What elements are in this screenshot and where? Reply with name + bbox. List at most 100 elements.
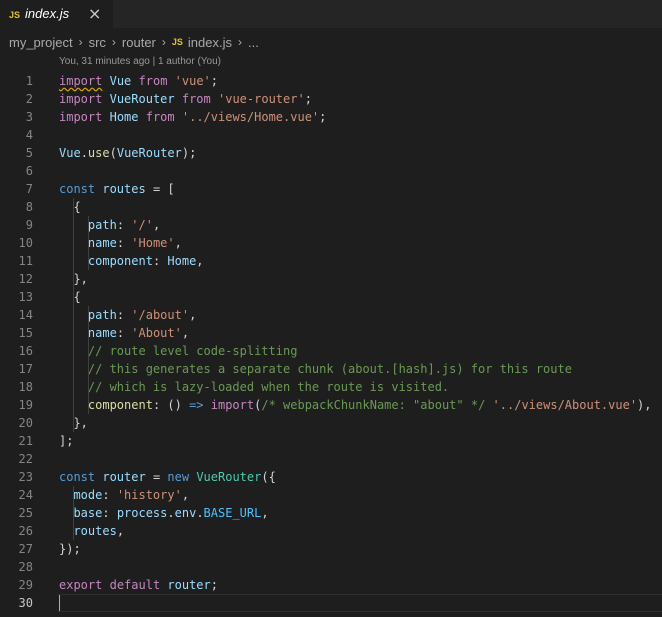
line-number: 3 xyxy=(25,110,33,124)
code-text: const router = new VueRouter({ xyxy=(59,468,276,486)
line-number: 1 xyxy=(25,74,33,88)
code-line[interactable]: 2 import VueRouter from 'vue-router'; xyxy=(0,90,662,108)
code-token: { xyxy=(59,290,81,304)
code-token: : xyxy=(116,236,132,250)
code-token: ); xyxy=(181,146,197,160)
breadcrumb-item-my-project[interactable]: my_project xyxy=(9,35,73,50)
line-number: 29 xyxy=(18,578,33,592)
breadcrumb-item-file[interactable]: index.js xyxy=(188,35,232,50)
code-token: = xyxy=(145,470,168,484)
code-token: BASE_URL xyxy=(203,506,262,520)
line-number: 2 xyxy=(25,92,33,106)
code-line[interactable]: 9 path: '/', xyxy=(0,216,662,234)
code-token: , xyxy=(196,254,204,268)
code-line[interactable]: 15 name: 'About', xyxy=(0,324,662,342)
code-line[interactable]: 10 name: 'Home', xyxy=(0,234,662,252)
code-line[interactable]: 16 // route level code-splitting xyxy=(0,342,662,360)
line-number: 14 xyxy=(18,308,33,322)
code-text: // this generates a separate chunk (abou… xyxy=(59,360,572,378)
breadcrumb-item-src[interactable]: src xyxy=(89,35,106,50)
code-token: ; xyxy=(210,578,218,592)
breadcrumb-item-router[interactable]: router xyxy=(122,35,156,50)
code-line[interactable]: 30 xyxy=(0,594,662,612)
breadcrumb-item-more[interactable]: ... xyxy=(248,35,259,50)
code-token: 'Home' xyxy=(131,236,175,250)
code-token: , xyxy=(116,524,125,538)
chevron-right-icon: › xyxy=(161,35,166,49)
code-token: '/' xyxy=(131,218,153,232)
code-line[interactable]: 19 component: () => import(/* webpackChu… xyxy=(0,396,662,414)
code-line[interactable]: 6 xyxy=(0,162,662,180)
code-token: , xyxy=(189,308,197,322)
code-token: ({ xyxy=(261,470,276,484)
code-token: : () xyxy=(152,398,190,412)
tab-index-js[interactable]: JS index.js × xyxy=(0,0,113,28)
code-line[interactable]: 11 component: Home, xyxy=(0,252,662,270)
code-token: , xyxy=(152,218,161,232)
code-text: name: 'Home', xyxy=(59,234,182,252)
code-token: import xyxy=(59,110,103,124)
code-line[interactable]: 28 xyxy=(0,558,662,576)
close-icon[interactable]: × xyxy=(88,4,101,23)
chevron-right-icon: › xyxy=(111,35,116,49)
indent-guide xyxy=(88,216,89,270)
code-line[interactable]: 23 const router = new VueRouter({ xyxy=(0,468,662,486)
codelens-blame[interactable]: You, 31 minutes ago | 1 author (You) xyxy=(59,56,221,67)
code-line[interactable]: 27}); xyxy=(0,540,662,558)
code-token: import xyxy=(59,92,103,106)
code-token: : xyxy=(102,488,117,502)
tab-bar: JS index.js × xyxy=(0,0,662,28)
code-text: component: Home, xyxy=(59,252,204,270)
code-line[interactable]: 21]; xyxy=(0,432,662,450)
code-line[interactable]: 25 base: process.env.BASE_URL, xyxy=(0,504,662,522)
code-line[interactable]: 5 Vue.use(VueRouter); xyxy=(0,144,662,162)
line-number: 30 xyxy=(18,596,33,610)
code-line[interactable]: 1 import Vue from 'vue'; xyxy=(0,72,662,90)
line-number: 15 xyxy=(18,326,33,340)
code-token: 'history' xyxy=(116,488,182,502)
code-line[interactable]: 7 const routes = [ xyxy=(0,180,662,198)
code-line[interactable]: 29 export default router; xyxy=(0,576,662,594)
code-line[interactable]: 3 import Home from '../views/Home.vue'; xyxy=(0,108,662,126)
code-token: from xyxy=(181,92,211,106)
code-token: { xyxy=(59,200,81,214)
code-token: component xyxy=(87,398,153,412)
line-number: 27 xyxy=(18,542,33,556)
code-line[interactable]: 26 routes, xyxy=(0,522,662,540)
code-line[interactable]: 22 xyxy=(0,450,662,468)
code-line[interactable]: 14 path: '/about', xyxy=(0,306,662,324)
code-token: 'vue' xyxy=(174,74,211,88)
code-line[interactable]: 20 }, xyxy=(0,414,662,432)
code-token: . xyxy=(196,506,204,520)
code-text: const routes = [ xyxy=(59,180,175,198)
code-token: VueRouter xyxy=(109,92,175,106)
code-text: routes, xyxy=(59,522,124,540)
line-number: 4 xyxy=(25,128,33,142)
line-number: 24 xyxy=(18,488,33,502)
line-number: 12 xyxy=(18,272,33,286)
code-text: { xyxy=(59,198,81,216)
code-line[interactable]: 12 }, xyxy=(0,270,662,288)
code-line[interactable]: 13 { xyxy=(0,288,662,306)
code-line[interactable]: 24 mode: 'history', xyxy=(0,486,662,504)
code-token: env xyxy=(174,506,197,520)
code-text: path: '/about', xyxy=(59,306,196,324)
code-editor[interactable]: 1 import Vue from 'vue'; 2 import VueRouter… xyxy=(0,72,662,612)
code-text: path: '/', xyxy=(59,216,160,234)
code-line[interactable]: 18 // which is lazy-loaded when the rout… xyxy=(0,378,662,396)
code-line[interactable]: 8 { xyxy=(0,198,662,216)
code-line[interactable]: 17 // this generates a separate chunk (a… xyxy=(0,360,662,378)
code-text: import Home from '../views/Home.vue'; xyxy=(59,108,326,126)
code-token: routes xyxy=(102,182,146,196)
code-line[interactable]: 4 xyxy=(0,126,662,144)
code-token: Home xyxy=(109,110,139,124)
javascript-file-icon: JS xyxy=(171,37,183,47)
code-token: router xyxy=(167,578,211,592)
